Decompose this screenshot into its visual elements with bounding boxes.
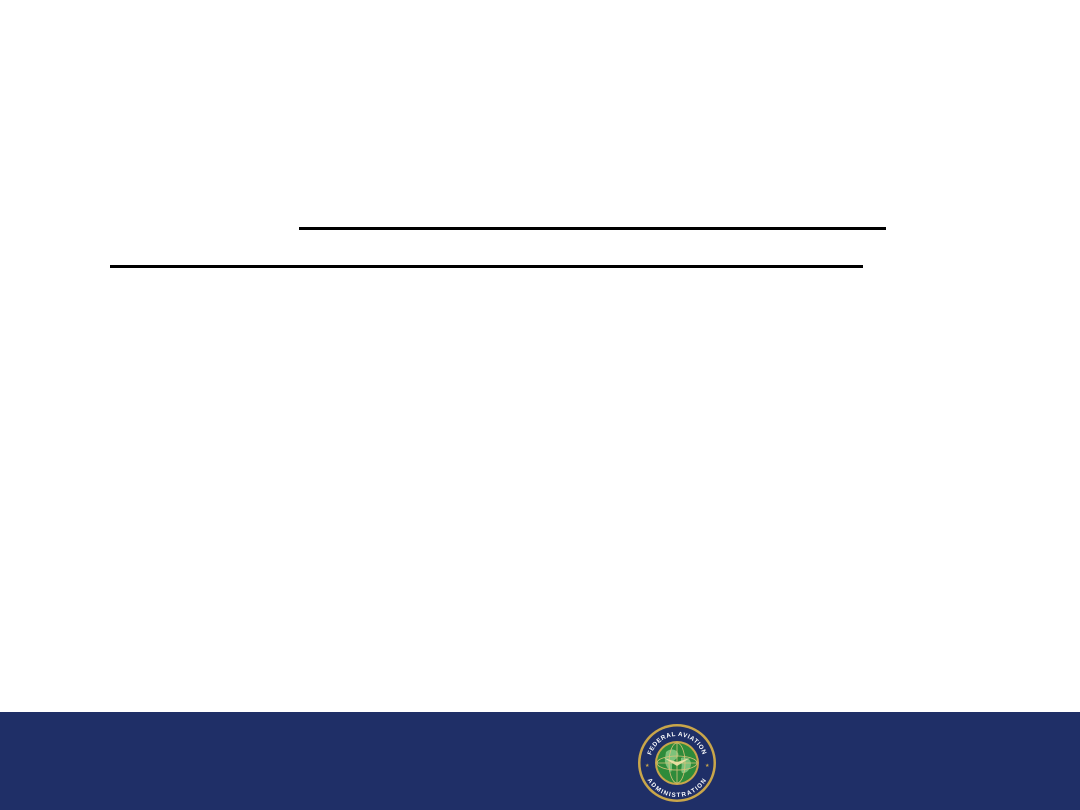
slide: ★ ★ FEDERAL AVIATION ADMINISTRATION (0, 0, 1080, 810)
subtitle-underline-rule (110, 265, 863, 268)
svg-text:★: ★ (705, 763, 710, 769)
svg-text:★: ★ (645, 763, 650, 769)
footer-bar (0, 712, 1080, 810)
faa-seal-icon: ★ ★ FEDERAL AVIATION ADMINISTRATION (636, 722, 718, 804)
title-underline-rule (299, 227, 886, 230)
